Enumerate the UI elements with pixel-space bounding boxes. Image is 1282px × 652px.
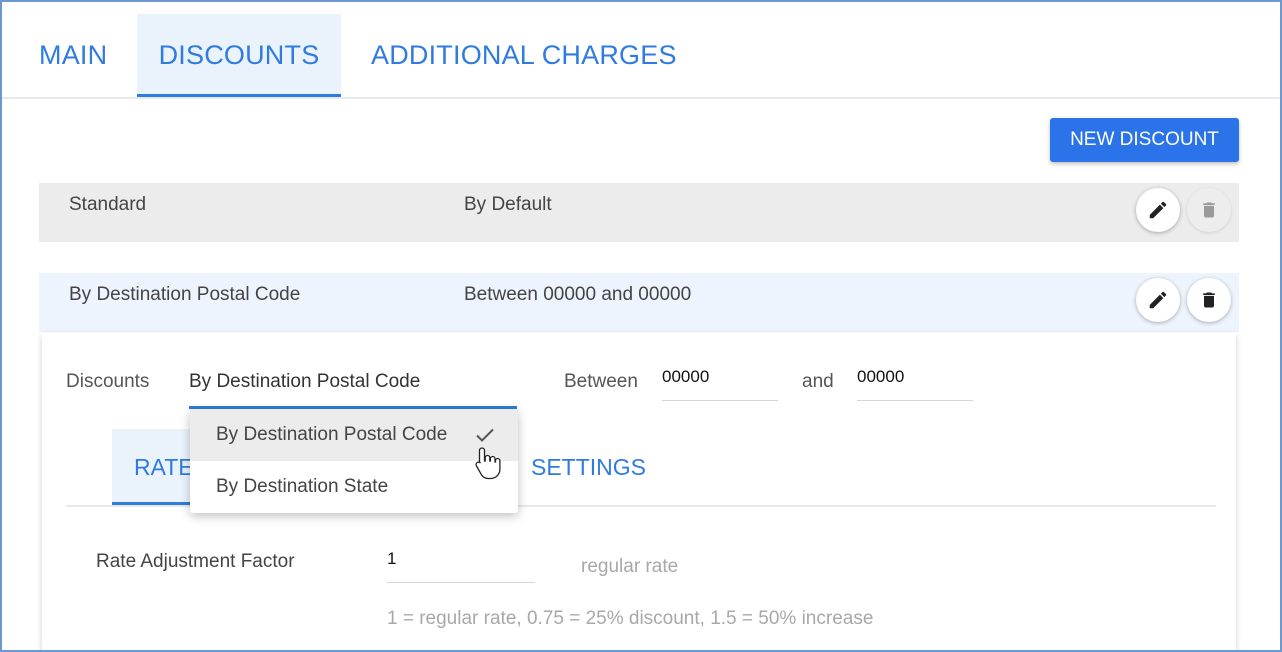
rate-adjustment-label: Rate Adjustment Factor	[96, 551, 295, 572]
discount-row-standard[interactable]: Standard By Default	[39, 183, 1239, 242]
tab-discounts[interactable]: DISCOUNTS	[137, 14, 341, 97]
option-by-destination-state[interactable]: By Destination State	[190, 461, 518, 513]
discount-condition: Between 00000 and 00000	[464, 284, 692, 305]
pencil-icon	[1149, 201, 1167, 219]
option-by-destination-postal-code[interactable]: By Destination Postal Code	[190, 409, 518, 461]
new-discount-button[interactable]: NEW DISCOUNT	[1050, 118, 1239, 162]
delete-button[interactable]	[1187, 188, 1231, 232]
discount-condition: By Default	[464, 194, 552, 215]
to-postal-code-input[interactable]: 00000	[857, 367, 973, 401]
edit-button[interactable]	[1136, 188, 1180, 232]
app-window: MAIN DISCOUNTS ADDITIONAL CHARGES NEW DI…	[0, 0, 1282, 652]
between-label: Between	[564, 371, 638, 392]
from-postal-code-input[interactable]: 00000	[662, 367, 778, 401]
and-label: and	[802, 371, 834, 392]
tab-bar: MAIN DISCOUNTS ADDITIONAL CHARGES	[2, 2, 1280, 99]
discounts-label: Discounts	[66, 371, 150, 392]
delete-button[interactable]	[1187, 278, 1231, 322]
checkmark-icon	[476, 428, 494, 442]
hand-cursor-icon	[475, 447, 501, 480]
trash-icon	[1203, 292, 1215, 308]
rate-hint: 1 = regular rate, 0.75 = 25% discount, 1…	[387, 608, 874, 629]
edit-button[interactable]	[1136, 278, 1180, 322]
option-label: By Destination Postal Code	[216, 424, 448, 445]
discount-type: By Destination Postal Code	[69, 284, 301, 305]
tab-settings-label: SETTINGS	[530, 454, 646, 480]
rate-adjustment-input[interactable]: 1	[387, 549, 535, 583]
trash-icon	[1203, 202, 1215, 218]
discount-type: Standard	[69, 194, 147, 215]
tab-additional-charges[interactable]: ADDITIONAL CHARGES	[349, 14, 699, 97]
option-label: By Destination State	[216, 476, 389, 497]
tab-settings[interactable]: SETTINGS	[496, 429, 646, 505]
discount-row-postal-code[interactable]: By Destination Postal Code Between 00000…	[39, 273, 1239, 332]
discount-type-dropdown: By Destination Postal Code By Destinatio…	[190, 409, 518, 513]
pencil-icon	[1149, 291, 1167, 309]
discount-type-select[interactable]: By Destination Postal Code	[189, 363, 517, 409]
rate-suffix: regular rate	[581, 556, 679, 577]
tab-main[interactable]: MAIN	[17, 14, 129, 97]
